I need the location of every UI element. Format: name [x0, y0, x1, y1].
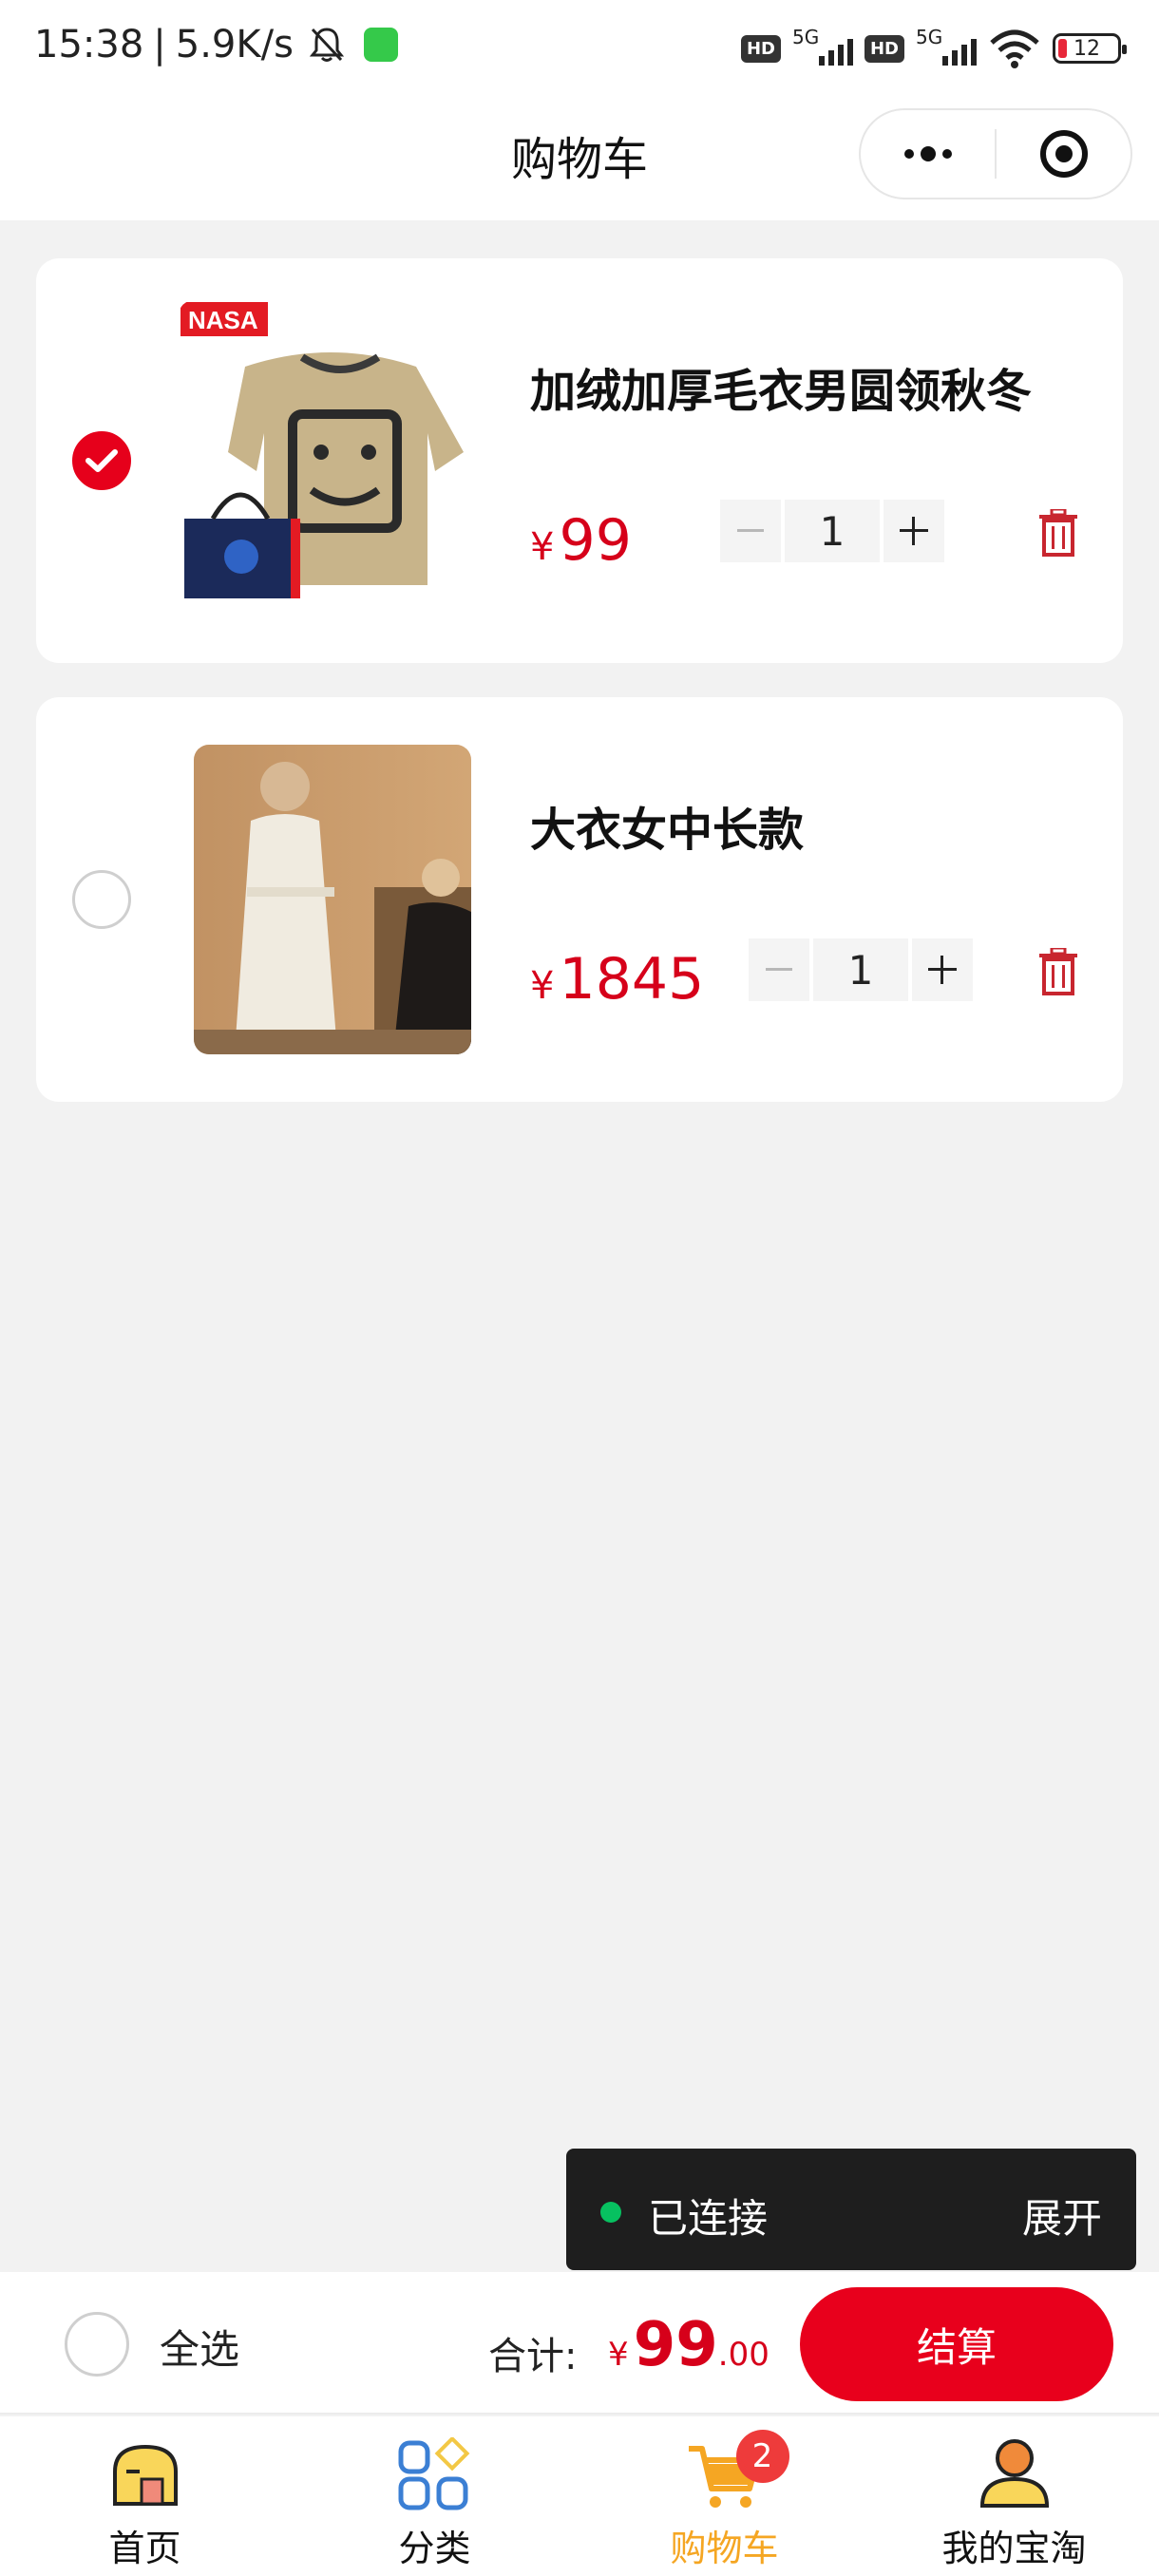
close-program-button[interactable]	[997, 110, 1130, 198]
coat-image	[194, 745, 471, 1054]
signal-icon: 5G	[791, 26, 853, 67]
tab-category[interactable]: 分类	[290, 2416, 580, 2576]
item-checkbox[interactable]	[72, 431, 131, 490]
minus-icon	[766, 968, 792, 971]
plus-icon	[928, 956, 957, 984]
mini-program-capsule	[859, 108, 1132, 199]
total-price: ¥ 99.00	[608, 2310, 770, 2380]
check-icon	[86, 449, 118, 472]
status-right: HD 5G HD 5G 12	[740, 25, 1127, 72]
trash-icon[interactable]	[1037, 948, 1079, 995]
status-left: 15:38 | 5.9K/s	[34, 23, 398, 66]
price-value: 99	[559, 507, 632, 574]
wifi-icon	[990, 29, 1039, 68]
signal-icon: 5G	[916, 26, 977, 67]
product-name[interactable]: 大衣女中长款	[530, 792, 804, 859]
app-notification-icon	[363, 28, 398, 62]
product-name[interactable]: 加绒加厚毛衣男圆领秋冬	[530, 353, 1032, 420]
cart-item: 大衣女中长款 ¥ 1845 1	[36, 697, 1123, 1102]
network-type-label: 5G	[916, 26, 943, 48]
hd-icon: HD	[740, 34, 781, 63]
svg-text:NASA: NASA	[188, 306, 258, 334]
select-all-checkbox[interactable]	[65, 2312, 129, 2377]
status-separator: |	[153, 23, 166, 66]
product-image[interactable]: NASA	[179, 300, 475, 616]
category-icon	[398, 2437, 469, 2510]
tab-cart[interactable]: 2 购物车	[580, 2416, 869, 2576]
status-bar: 15:38 | 5.9K/s HD 5G HD 5G 12	[0, 0, 1159, 99]
total-currency: ¥	[608, 2336, 629, 2374]
decrease-button[interactable]	[749, 938, 809, 1001]
product-price: ¥ 99	[530, 507, 632, 574]
profile-icon	[979, 2439, 1049, 2508]
total-label: 合计:	[488, 2335, 578, 2378]
tab-label: 首页	[108, 2528, 181, 2569]
network-type-label: 5G	[791, 26, 820, 48]
price-value: 1845	[559, 946, 705, 1013]
cart-count-badge: 2	[735, 2430, 789, 2483]
mute-bell-icon	[309, 28, 345, 62]
quantity-input[interactable]: 1	[785, 500, 880, 562]
plus-icon	[900, 517, 928, 545]
more-icon	[903, 146, 952, 161]
quantity-stepper: 1	[749, 938, 973, 1001]
cart-item: NASA 加绒加厚毛衣男圆领秋冬 ¥ 99 1	[36, 258, 1123, 663]
tab-profile[interactable]: 我的宝淘	[869, 2416, 1159, 2576]
status-time: 15:38	[34, 23, 144, 66]
tab-home[interactable]: 首页	[0, 2416, 290, 2576]
total-integer: 99	[633, 2310, 718, 2380]
select-all-label[interactable]: 全选	[160, 2318, 239, 2376]
tab-label: 分类	[398, 2528, 471, 2569]
nav-bar: 购物车	[0, 99, 1159, 220]
connected-dot-icon	[600, 2202, 621, 2223]
connection-status: 已连接	[648, 2195, 769, 2242]
quantity-input[interactable]: 1	[813, 938, 908, 1001]
target-icon	[1039, 130, 1088, 178]
home-icon	[112, 2444, 178, 2506]
checkout-button[interactable]: 结算	[800, 2287, 1113, 2401]
product-image[interactable]	[194, 745, 471, 1054]
item-checkbox[interactable]	[72, 870, 131, 929]
expand-button[interactable]: 展开	[1022, 2187, 1102, 2245]
tab-label: 我的宝淘	[941, 2528, 1087, 2569]
currency-symbol: ¥	[530, 525, 555, 569]
total-decimal: .00	[717, 2336, 770, 2374]
increase-button[interactable]	[884, 500, 944, 562]
checkout-bar: 全选 合计: ¥ 99.00 结算	[0, 2272, 1159, 2415]
trash-icon[interactable]	[1037, 509, 1079, 557]
quantity-stepper: 1	[720, 500, 944, 562]
increase-button[interactable]	[912, 938, 973, 1001]
battery-level: 12	[1074, 36, 1100, 61]
tab-bar: 首页 分类 2 购物车 我的宝淘	[0, 2416, 1159, 2576]
decrease-button[interactable]	[720, 500, 781, 562]
minus-icon	[737, 529, 764, 532]
cart-tab-icon-wrap: 2	[687, 2430, 789, 2513]
currency-symbol: ¥	[530, 964, 555, 1008]
product-price: ¥ 1845	[530, 946, 704, 1013]
battery-icon: 12	[1053, 33, 1127, 64]
connection-toast: 已连接 展开	[566, 2149, 1136, 2270]
tab-label: 购物车	[670, 2528, 779, 2569]
sweater-image: NASA	[179, 300, 475, 616]
status-speed: 5.9K/s	[175, 23, 294, 66]
more-button[interactable]	[861, 110, 995, 198]
hd-icon: HD	[864, 34, 904, 63]
